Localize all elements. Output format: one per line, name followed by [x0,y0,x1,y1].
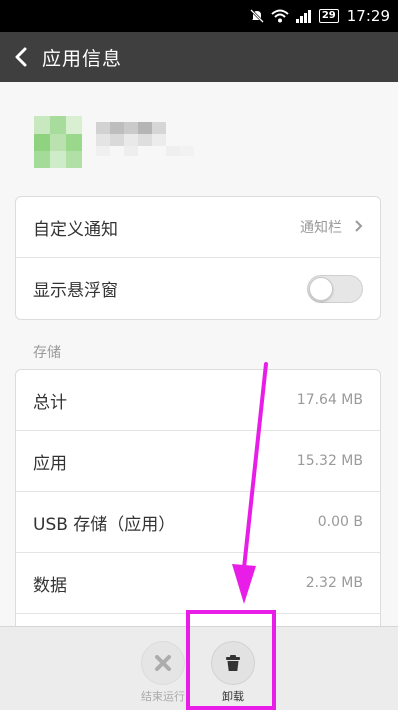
storage-row-value: 2.32 MB [305,575,363,591]
custom-notification-value: 通知栏 [300,220,342,236]
storage-row-label: 总计 [33,392,67,413]
status-bar: 29 17:29 [0,0,398,32]
content-area: 自定义通知 通知栏 显示悬浮窗 存储 总计 17.64 MB 应用 15.32 … [0,82,398,626]
force-stop-circle [141,641,185,685]
app-icon [34,116,82,168]
app-name-blurred [96,122,194,156]
wifi-icon [271,9,289,23]
header-bar: 应用信息 [0,32,398,82]
storage-row-usb: USB 存储（应用） 0.00 B [16,492,380,553]
settings-card: 自定义通知 通知栏 显示悬浮窗 [15,196,381,320]
storage-row-value: 17.64 MB [296,392,363,408]
storage-row-label: 应用 [33,453,67,474]
page-title: 应用信息 [42,47,123,70]
floating-window-toggle[interactable] [307,274,363,303]
status-icons: 29 17:29 [249,6,390,26]
close-icon [155,655,171,671]
floating-window-label: 显示悬浮窗 [33,281,118,301]
storage-row-app: 应用 15.32 MB [16,431,380,492]
storage-section-label: 存储 [33,345,61,361]
mute-icon [249,9,264,23]
toggle-knob [309,276,333,301]
storage-row-label: USB 存储（应用） [33,514,176,535]
storage-row-value: 15.32 MB [296,453,363,469]
custom-notification-row[interactable]: 自定义通知 通知栏 [16,197,380,258]
annotation-highlight-box [186,610,276,710]
storage-card: 总计 17.64 MB 应用 15.32 MB USB 存储（应用） 0.00 … [15,369,381,626]
force-stop-button[interactable]: 结束运行 [133,641,193,704]
status-time: 17:29 [346,7,390,25]
back-button[interactable] [0,32,42,82]
chevron-right-icon [354,218,363,237]
signal-icon [295,10,311,23]
storage-row-value: 0.00 B [317,514,363,530]
force-stop-label: 结束运行 [141,690,185,703]
app-info [34,116,234,172]
storage-row-total: 总计 17.64 MB [16,370,380,431]
battery-indicator: 29 [318,9,339,23]
storage-row-label: 数据 [33,575,67,596]
back-arrow-icon [15,47,27,67]
storage-row-data: 数据 2.32 MB [16,553,380,614]
floating-window-row: 显示悬浮窗 [16,258,380,319]
custom-notification-label: 自定义通知 [33,219,118,240]
